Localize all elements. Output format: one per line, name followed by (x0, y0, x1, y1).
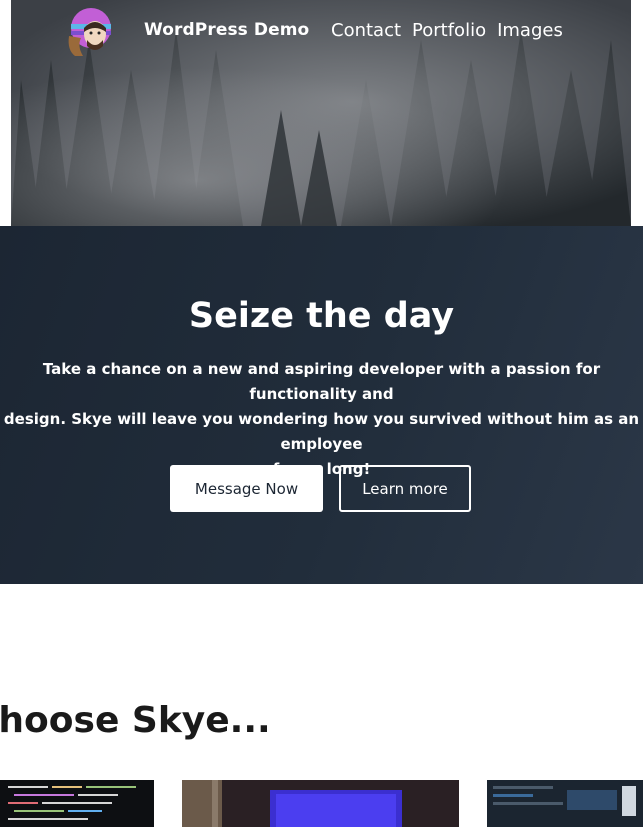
card-image-laptop[interactable] (182, 780, 459, 827)
nav-item-portfolio[interactable]: Portfolio (412, 20, 486, 41)
site-title[interactable]: WordPress Demo (144, 20, 309, 40)
nav-item-contact[interactable]: Contact (331, 20, 401, 41)
cta-text: Take a chance on a new and aspiring deve… (0, 357, 643, 482)
section-title: Choose Skye... (0, 700, 271, 741)
avatar-logo-icon[interactable] (65, 6, 117, 56)
card-image-screen[interactable] (487, 780, 643, 827)
cta-text-line2: design. Skye will leave you wondering ho… (3, 410, 640, 453)
cta-text-line1: Take a chance on a new and aspiring deve… (42, 360, 601, 403)
card-image-code[interactable] (0, 780, 154, 827)
main-nav: Contact Portfolio Images (331, 20, 574, 41)
cta-title: Seize the day (188, 296, 455, 336)
site-header: WordPress Demo Contact Portfolio Images (0, 0, 643, 62)
message-now-button[interactable]: Message Now (170, 465, 323, 512)
nav-item-images[interactable]: Images (497, 20, 563, 41)
cta-section: Seize the day Take a chance on a new and… (0, 226, 643, 584)
learn-more-button[interactable]: Learn more (339, 465, 471, 512)
